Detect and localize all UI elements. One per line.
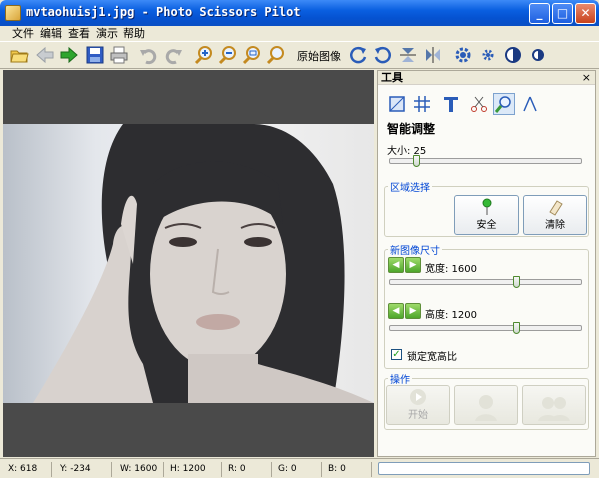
save-disk-icon[interactable] — [84, 44, 106, 66]
safe-button[interactable]: 安全 — [454, 195, 519, 235]
person-icon — [475, 395, 497, 421]
scissors-tool-icon[interactable] — [468, 93, 490, 115]
title-bar: mvtaohuisj1.jpg - Photo Scissors Pilot _… — [0, 0, 599, 26]
play-icon — [410, 389, 426, 405]
start-button-label: 开始 — [408, 410, 428, 421]
width-decrease-button[interactable]: ◀ — [388, 257, 404, 273]
width-label: 宽度: 1600 — [425, 264, 477, 275]
app-icon — [5, 5, 21, 21]
crop-tool-icon[interactable] — [386, 93, 408, 115]
window-title: mvtaohuisj1.jpg - Photo Scissors Pilot — [26, 5, 301, 19]
open-folder-icon[interactable] — [8, 44, 30, 66]
width-slider-thumb[interactable] — [513, 276, 521, 288]
contrast-icon[interactable] — [502, 44, 524, 66]
menu-file[interactable]: 文件 — [12, 26, 34, 41]
smart-adjust-title: 智能调整 — [387, 122, 436, 136]
brightness-icon[interactable] — [527, 44, 549, 66]
status-x: X: 618 — [4, 462, 52, 477]
safe-button-label: 安全 — [476, 220, 497, 231]
size-slider-thumb[interactable] — [413, 155, 421, 167]
menu-edit[interactable]: 编辑 — [40, 26, 62, 41]
height-slider-track[interactable] — [389, 325, 582, 331]
zoom-out-icon[interactable] — [217, 44, 239, 66]
preview-person-button[interactable] — [454, 385, 518, 425]
region-select-label: 区域选择 — [388, 179, 432, 194]
new-size-label: 新图像尺寸 — [388, 242, 442, 257]
panel-title: 工具 — [381, 71, 403, 84]
eraser-icon — [549, 200, 563, 216]
lock-ratio-checkbox[interactable]: ✓ — [391, 349, 402, 360]
maximize-button[interactable]: □ — [552, 3, 573, 24]
forward-arrow-icon[interactable] — [58, 44, 80, 66]
width-increase-button[interactable]: ▶ — [405, 257, 421, 273]
zoom-in-icon[interactable] — [193, 44, 215, 66]
text-tool-icon[interactable] — [440, 93, 462, 115]
print-icon[interactable] — [108, 44, 130, 66]
pen-tool-icon[interactable] — [518, 93, 540, 115]
menu-view[interactable]: 查看 — [68, 26, 90, 41]
status-b: B: 0 — [324, 462, 372, 477]
clear-button[interactable]: 清除 — [523, 195, 587, 235]
panel-close-button[interactable]: × — [582, 71, 591, 85]
operations-label: 操作 — [388, 371, 412, 386]
undo-icon[interactable] — [138, 44, 160, 66]
height-increase-button[interactable]: ▶ — [405, 303, 421, 319]
toolbar: 原始图像 — [0, 41, 599, 69]
portrait-photo — [33, 124, 374, 403]
clear-button-label: 清除 — [545, 220, 565, 231]
height-label: 高度: 1200 — [425, 310, 477, 321]
image-canvas[interactable] — [3, 70, 374, 457]
close-button[interactable]: ✕ — [575, 3, 596, 24]
preview-group-button[interactable] — [522, 385, 586, 425]
rotate-ccw-icon[interactable] — [372, 44, 394, 66]
status-y: Y: -234 — [56, 462, 112, 477]
smart-zoom-tool-icon[interactable] — [493, 93, 515, 115]
panel-header: 工具 × — [378, 71, 595, 85]
status-width: W: 1600 — [116, 462, 164, 477]
progress-bar — [378, 462, 590, 475]
settings-gear-icon[interactable] — [452, 44, 474, 66]
minimize-button[interactable]: _ — [529, 3, 550, 24]
flip-vertical-icon[interactable] — [397, 44, 419, 66]
rotate-cw-icon[interactable] — [347, 44, 369, 66]
height-decrease-button[interactable]: ◀ — [388, 303, 404, 319]
menu-bar: 文件 编辑 查看 演示 帮助 — [0, 26, 599, 41]
redo-icon[interactable] — [162, 44, 184, 66]
status-g: G: 0 — [274, 462, 322, 477]
lock-ratio-label: 锁定宽高比 — [407, 352, 457, 363]
status-r: R: 0 — [224, 462, 272, 477]
back-arrow-icon[interactable] — [34, 44, 56, 66]
status-bar: X: 618 Y: -234 W: 1600 H: 1200 R: 0 G: 0… — [0, 458, 599, 478]
zoom-fit-icon[interactable] — [241, 44, 263, 66]
settings-small-gear-icon[interactable] — [477, 44, 499, 66]
photo-image — [3, 124, 374, 403]
original-image-button[interactable]: 原始图像 — [297, 48, 341, 64]
flip-horizontal-icon[interactable] — [422, 44, 444, 66]
width-slider-track[interactable] — [389, 279, 582, 285]
start-button[interactable]: 开始 — [386, 385, 450, 425]
menu-help[interactable]: 帮助 — [123, 26, 145, 41]
zoom-actual-icon[interactable] — [265, 44, 287, 66]
status-height: H: 1200 — [166, 462, 222, 477]
height-slider-thumb[interactable] — [513, 322, 521, 334]
green-pin-icon — [482, 198, 491, 215]
tools-panel: 工具 × 智能调整 大小: 25 区域选择 安全 清除 新图像尺寸 ◀ ▶ 宽度… — [377, 70, 596, 457]
size-label: 大小: 25 — [387, 146, 427, 157]
menu-demo[interactable]: 演示 — [96, 26, 118, 41]
grid-tool-icon[interactable] — [411, 93, 433, 115]
people-icon — [538, 397, 570, 421]
